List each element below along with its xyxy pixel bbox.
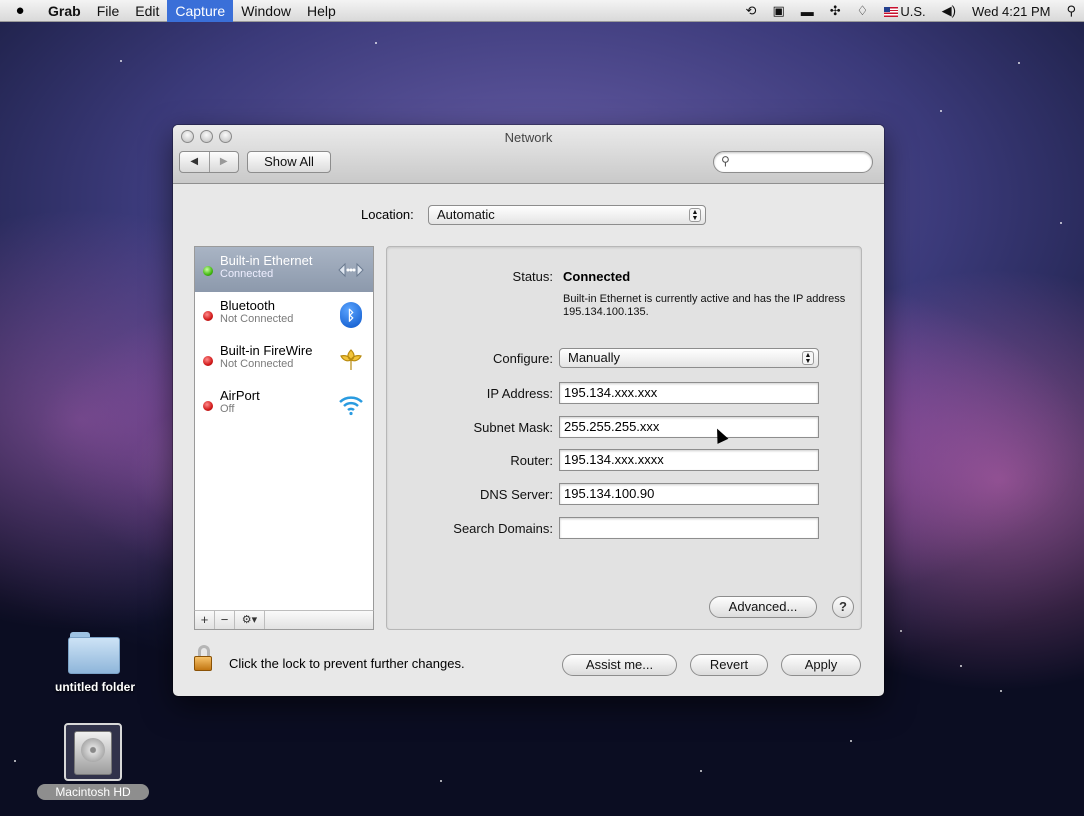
time-machine-icon[interactable]: ⟲: [738, 3, 765, 19]
star: [440, 780, 442, 782]
menu-help[interactable]: Help: [299, 0, 344, 22]
menu-extras: ⟲ ▣ ▬ ✣ ♢ U.S. ◀) Wed 4:21 PM ⚲: [738, 0, 1084, 22]
back-arrow-icon[interactable]: ◀: [180, 152, 209, 172]
network-window: Network ◀ ▶ Show All ⚲ Location: Automat…: [173, 125, 884, 696]
revert-button[interactable]: Revert: [690, 654, 768, 676]
help-button[interactable]: ?: [832, 596, 854, 618]
star: [375, 42, 377, 44]
menu-clock[interactable]: Wed 4:21 PM: [964, 4, 1059, 19]
menu-window[interactable]: Window: [233, 0, 299, 22]
status-description: Built-in Ethernet is currently active an…: [563, 293, 846, 318]
star: [1060, 222, 1062, 224]
search-input[interactable]: [736, 154, 866, 170]
star: [14, 760, 16, 762]
service-item-built-in-firewire[interactable]: Built-in FireWire Not Connected: [195, 337, 373, 382]
forward-arrow-icon[interactable]: ▶: [208, 152, 239, 172]
menu-file[interactable]: File: [89, 0, 128, 22]
menu-app-grab[interactable]: Grab: [40, 0, 89, 22]
wifi-icon: [337, 391, 365, 419]
status-label: Status:: [512, 269, 553, 284]
spaces-icon[interactable]: ▣: [764, 3, 792, 19]
display-icon[interactable]: ▬: [793, 4, 822, 19]
search-domains-field[interactable]: [559, 517, 819, 539]
search-domains-label: Search Domains:: [453, 521, 553, 536]
star: [940, 110, 942, 112]
service-list-toolbar: + − ⚙▾: [194, 610, 374, 630]
input-source-label: U.S.: [900, 3, 926, 19]
status-value: Connected: [563, 269, 631, 284]
location-label: Location:: [361, 207, 414, 222]
service-item-airport[interactable]: AirPort Off: [195, 382, 373, 427]
input-source-menu[interactable]: U.S.: [876, 4, 933, 19]
folder-icon[interactable]: [68, 632, 120, 674]
assist-me-button[interactable]: Assist me...: [562, 654, 677, 676]
lock-body: [194, 656, 212, 671]
service-detail-pane: Status: Connected Built-in Ethernet is c…: [386, 246, 862, 630]
star: [1000, 690, 1002, 692]
location-value: Automatic: [437, 207, 495, 222]
hard-disk-icon[interactable]: [64, 723, 122, 781]
configure-value: Manually: [568, 350, 621, 365]
service-list: Built-in Ethernet Connected Bluetooth No…: [194, 246, 374, 630]
status-dot-red: [203, 311, 213, 321]
hard-disk-label[interactable]: Macintosh HD: [37, 784, 149, 800]
window-toolbar: Network ◀ ▶ Show All ⚲: [173, 125, 884, 184]
folder-label[interactable]: untitled folder: [40, 680, 150, 694]
menu-capture[interactable]: Capture: [167, 0, 234, 22]
drive-body: [74, 731, 112, 775]
bluetooth-menu-icon[interactable]: ✣: [822, 3, 849, 19]
configure-popup[interactable]: Manually ▲ ▼: [559, 348, 819, 368]
subnet-mask-field[interactable]: 255.255.255.xxx: [559, 416, 819, 438]
bluetooth-badge: ᛒ: [340, 302, 362, 328]
ip-address-label: IP Address:: [486, 386, 553, 401]
search-icon: ⚲: [721, 154, 730, 168]
wifi-menu-icon[interactable]: ♢: [849, 3, 877, 19]
dns-server-label: DNS Server:: [480, 487, 553, 502]
apply-button[interactable]: Apply: [781, 654, 861, 676]
menu-bar: ● Grab File Edit Capture Window Help ⟲ ▣…: [0, 0, 1084, 22]
router-field[interactable]: 195.134.xxx.xxxx: [559, 449, 819, 471]
star: [850, 740, 852, 742]
configure-label: Configure:: [493, 351, 553, 366]
star: [1018, 62, 1020, 64]
menu-edit[interactable]: Edit: [127, 0, 167, 22]
spotlight-icon[interactable]: ⚲: [1058, 3, 1084, 19]
star: [960, 665, 962, 667]
star: [900, 630, 902, 632]
add-service-button[interactable]: +: [195, 611, 215, 629]
ethernet-icon: [337, 256, 365, 284]
gear-icon[interactable]: ⚙▾: [235, 611, 265, 629]
firewire-icon: [337, 346, 365, 374]
remove-service-button[interactable]: −: [215, 611, 235, 629]
status-dot-red: [203, 356, 213, 366]
bluetooth-icon: ᛒ: [337, 301, 365, 329]
apple-menu-icon[interactable]: ●: [0, 2, 40, 19]
location-popup[interactable]: Automatic ▲ ▼: [428, 205, 706, 225]
status-dot-green: [203, 266, 213, 276]
popup-arrows-icon: ▲ ▼: [689, 208, 701, 222]
show-all-button[interactable]: Show All: [247, 151, 331, 173]
window-title: Network: [504, 130, 553, 145]
star: [700, 770, 702, 772]
service-item-built-in-ethernet[interactable]: Built-in Ethernet Connected: [195, 247, 373, 292]
dns-server-field[interactable]: 195.134.100.90: [559, 483, 819, 505]
search-field[interactable]: ⚲: [713, 151, 873, 173]
drive-platter: [81, 738, 105, 762]
advanced-button[interactable]: Advanced...: [709, 596, 817, 618]
star: [120, 60, 122, 62]
status-dot-red: [203, 401, 213, 411]
lock-text: Click the lock to prevent further change…: [229, 656, 465, 671]
folder-body: [68, 637, 120, 674]
popup-arrows-icon: ▲ ▼: [802, 351, 814, 365]
back-forward-control: ◀ ▶: [179, 151, 239, 173]
lock-icon[interactable]: [192, 645, 214, 673]
ip-address-field[interactable]: 195.134.xxx.xxx: [559, 382, 819, 404]
us-flag-icon: [884, 6, 899, 17]
volume-icon[interactable]: ◀): [934, 3, 964, 19]
router-label: Router:: [510, 453, 553, 468]
subnet-mask-label: Subnet Mask:: [473, 420, 554, 435]
service-item-bluetooth[interactable]: Bluetooth Not Connected ᛒ: [195, 292, 373, 337]
